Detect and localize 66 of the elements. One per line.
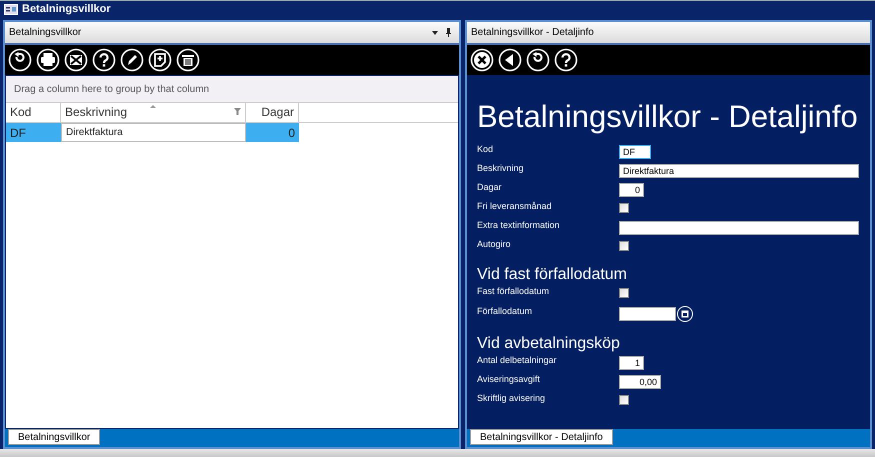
date-field[interactable] (619, 307, 676, 321)
field-label: Fast förfallodatum (477, 285, 550, 297)
field-label: Aviseringsavgift (477, 373, 541, 385)
section-heading: Vid avbetalningsköp (477, 334, 621, 354)
input-field[interactable]: DF (619, 145, 651, 159)
refresh-icon (8, 48, 32, 72)
input-field[interactable]: 0 (619, 183, 644, 197)
refresh-button[interactable] (8, 48, 32, 72)
close-icon (470, 48, 494, 72)
back-button[interactable] (498, 48, 522, 72)
back-icon (498, 48, 522, 72)
pencil-button[interactable] (120, 48, 144, 72)
column-header[interactable]: Beskrivning (61, 103, 246, 122)
window-icon (4, 4, 18, 14)
pin-icon[interactable] (446, 28, 451, 37)
trash-icon (176, 48, 200, 72)
dropdown-icon[interactable] (432, 30, 438, 34)
table-cell: DF (6, 123, 61, 142)
pane-tab[interactable]: Betalningsvillkor - Detaljinfo (470, 429, 613, 445)
table-cell: Direktfaktura (61, 123, 246, 142)
input-field[interactable]: 1 (619, 356, 644, 370)
filter-icon[interactable] (234, 108, 241, 115)
checkbox[interactable] (619, 288, 629, 298)
column-header[interactable]: Dagar (246, 103, 299, 122)
printer-icon (36, 48, 60, 72)
table-cell: 0 (246, 123, 299, 142)
help-button[interactable] (92, 48, 116, 72)
help-icon (554, 48, 578, 72)
group-hint: Drag a column here to group by that column (14, 82, 210, 96)
pencil-icon (120, 48, 144, 72)
refresh-button[interactable] (526, 48, 550, 72)
window-title: Betalningsvillkor (22, 2, 111, 17)
spreadsheet-cross-button[interactable] (64, 48, 88, 72)
column-header[interactable]: Kod (6, 103, 61, 122)
field-label: Fri leveransmånad (477, 200, 553, 212)
refresh-icon (526, 48, 550, 72)
calendar-icon (681, 310, 689, 318)
field-label: Kod (477, 143, 494, 155)
close-button[interactable] (470, 48, 494, 72)
field-label: Autogiro (477, 238, 512, 250)
input-field[interactable] (619, 221, 859, 235)
printer-button[interactable] (36, 48, 60, 72)
input-field[interactable]: 0,00 (619, 375, 661, 389)
field-label: Förfallodatum (477, 305, 534, 317)
field-label: Skriftlig avisering (477, 392, 546, 404)
calendar-button[interactable] (677, 306, 693, 322)
sort-arrow-icon (150, 105, 156, 108)
trash-button[interactable] (176, 48, 200, 72)
section-heading: Vid fast förfallodatum (477, 265, 628, 285)
help-button[interactable] (554, 48, 578, 72)
checkbox[interactable] (619, 241, 629, 251)
field-label: Extra textinformation (477, 219, 561, 231)
field-label: Dagar (477, 181, 503, 193)
pane-title: Betalningsvillkor - Detaljinfo (471, 26, 594, 40)
checkbox[interactable] (619, 203, 629, 213)
note-add-button[interactable] (148, 48, 172, 72)
spreadsheet-cross-icon (64, 48, 88, 72)
note-add-icon (148, 48, 172, 72)
field-label: Beskrivning (477, 162, 525, 174)
input-field[interactable]: Direktfaktura (619, 164, 859, 178)
field-label: Antal delbetalningar (477, 354, 558, 366)
detail-heading: Betalningsvillkor - Detaljinfo (477, 98, 859, 136)
pane-tab[interactable]: Betalningsvillkor (8, 429, 100, 445)
pane-title: Betalningsvillkor (9, 26, 82, 40)
checkbox[interactable] (619, 395, 629, 405)
help-icon (92, 48, 116, 72)
